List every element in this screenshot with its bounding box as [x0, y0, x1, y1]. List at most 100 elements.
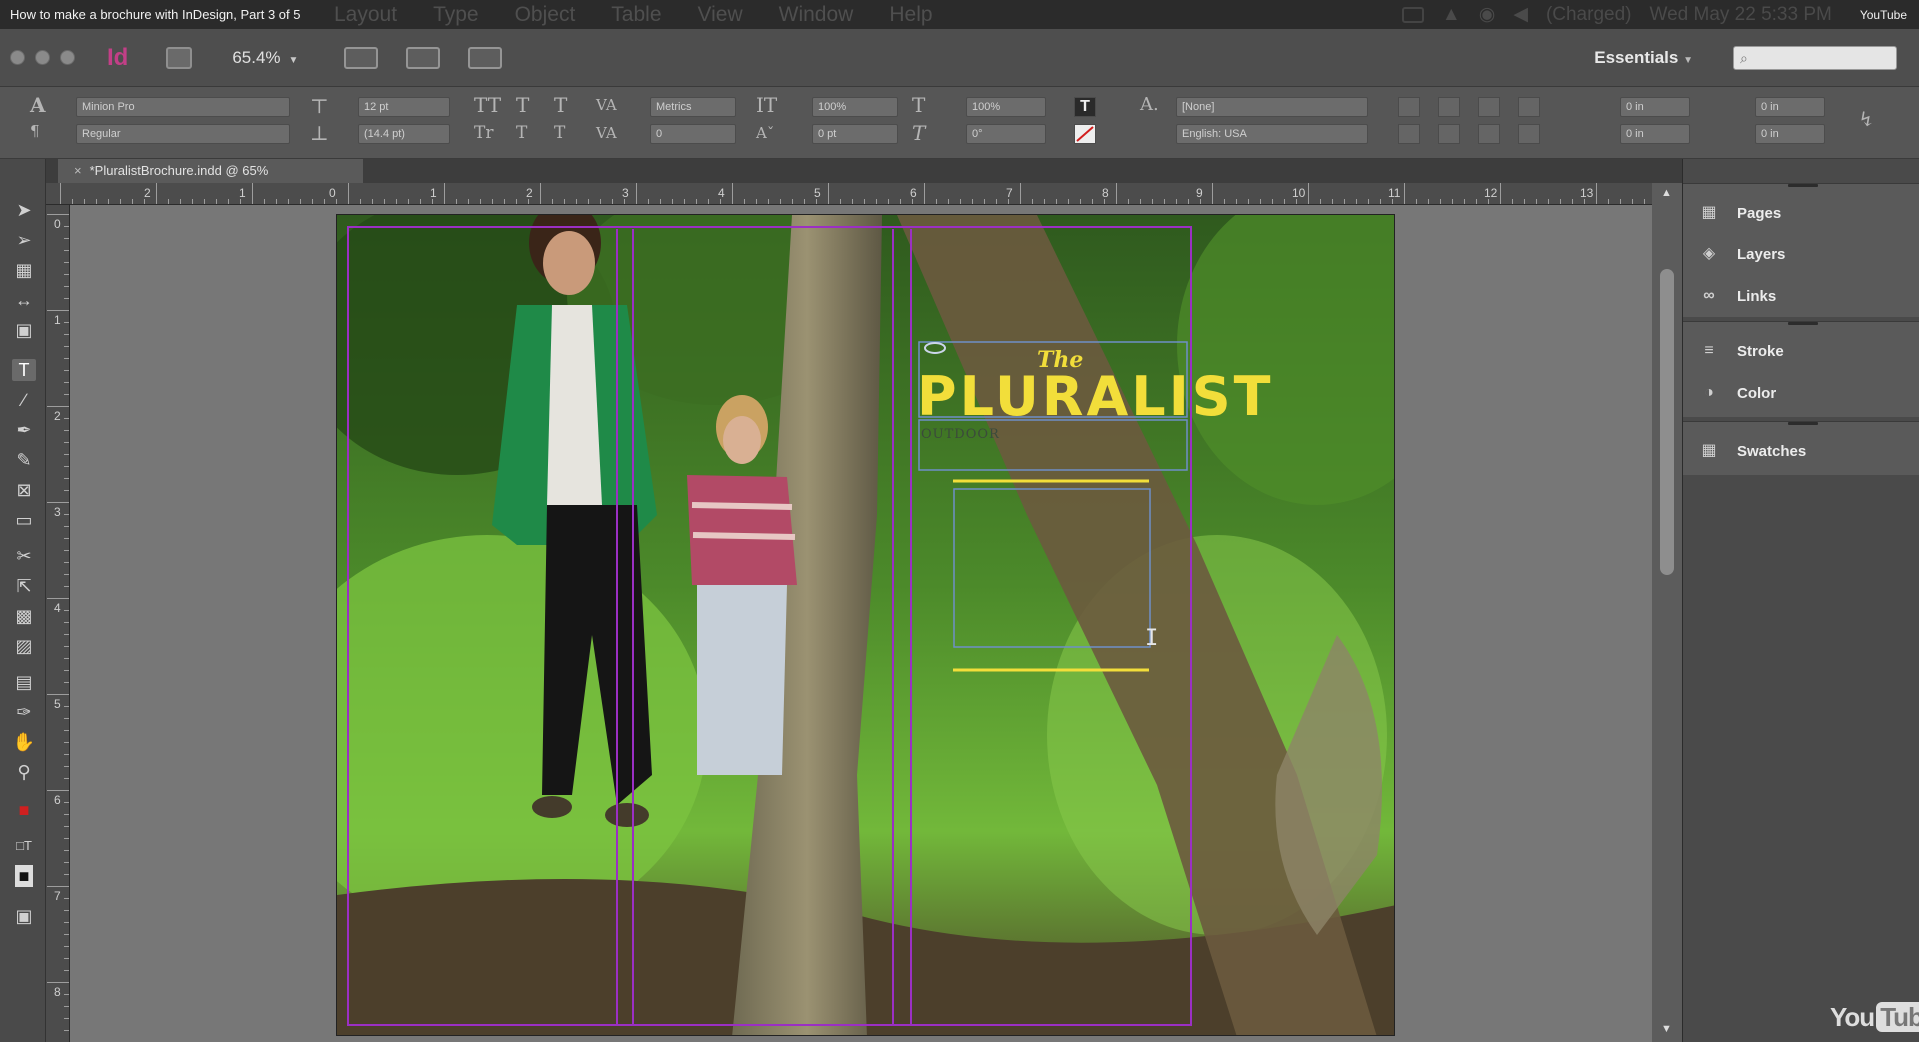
ruler-tick [1404, 183, 1405, 204]
vertical-scrollbar[interactable]: ▲ ▼ [1652, 183, 1682, 1042]
menu-object[interactable]: Object [515, 3, 576, 27]
menu-type[interactable]: Type [433, 3, 479, 27]
vertical-ruler[interactable]: 0 1 2 3 4 5 6 7 8 [46, 205, 70, 1042]
direct-selection-tool-icon[interactable]: ➢ [12, 229, 36, 251]
brochure-page[interactable]: I The PLURALIST OUTDOOR [336, 214, 1395, 1036]
horizontal-scale-field[interactable]: 100% [966, 97, 1046, 117]
ruler-tick [1128, 199, 1129, 204]
minimize-window-button[interactable] [35, 50, 50, 65]
justify-button[interactable] [1518, 97, 1540, 117]
paragraph-controls-icon[interactable]: ¶ [30, 121, 40, 141]
apply-color-icon[interactable]: ■ [15, 865, 33, 887]
search-input[interactable]: ⌕ [1733, 45, 1897, 70]
right-indent-field[interactable]: 0 in [1755, 97, 1825, 117]
view-options-button[interactable] [344, 46, 379, 69]
character-controls-icon[interactable]: A [30, 95, 46, 115]
panel-grip[interactable] [1788, 422, 1818, 425]
free-transform-tool-icon[interactable]: ⇱ [12, 575, 36, 597]
scroll-down-icon[interactable]: ▼ [1661, 1023, 1672, 1035]
pasteboard[interactable]: I The PLURALIST OUTDOOR [70, 205, 1652, 1042]
zoom-window-button[interactable] [60, 50, 75, 65]
panel-grip[interactable] [1788, 322, 1818, 325]
screen-mode-button[interactable] [406, 46, 441, 69]
left-indent-field[interactable]: 0 in [1620, 97, 1690, 117]
gradient-feather-tool-icon[interactable]: ▨ [12, 635, 36, 657]
note-tool-icon[interactable]: ▤ [12, 671, 36, 693]
menu-table[interactable]: Table [611, 3, 661, 27]
all-caps-button[interactable]: TT [474, 95, 501, 115]
hikers-photo[interactable]: I [337, 215, 1395, 1036]
font-size-field[interactable]: 12 pt [358, 97, 450, 117]
workspace-switcher[interactable]: Essentials ▼ [1594, 48, 1693, 68]
brochure-subtitle[interactable]: OUTDOOR [921, 427, 1000, 442]
rectangle-frame-tool-icon[interactable]: ⊠ [12, 479, 36, 501]
type-tool-icon[interactable]: T [12, 359, 36, 381]
menu-window[interactable]: Window [779, 3, 854, 27]
subscript-button[interactable]: T [516, 123, 527, 143]
selection-tool-icon[interactable]: ➤ [12, 199, 36, 221]
panel-links[interactable]: ∞ Links [1697, 283, 1776, 309]
zoom-tool-icon[interactable]: ⚲ [12, 761, 36, 783]
ruler-tick [1008, 199, 1009, 204]
rectangle-tool-icon[interactable]: ▭ [12, 509, 36, 531]
tab-pluralist-brochure[interactable]: × *PluralistBrochure.indd @ 65% [58, 159, 363, 183]
panel-color[interactable]: ◑ Color [1697, 380, 1776, 406]
tracking-field[interactable]: 0 [650, 124, 736, 144]
baseline-shift-field[interactable]: 0 pt [812, 124, 898, 144]
vertical-scale-field[interactable]: 100% [812, 97, 898, 117]
pen-tool-icon[interactable]: ✒ [12, 419, 36, 441]
brochure-title-big[interactable]: PLURALIST [917, 365, 1274, 428]
line-tool-icon[interactable]: ∕ [12, 389, 36, 411]
panel-pages[interactable]: ▦ Pages [1697, 200, 1781, 226]
gradient-swatch-tool-icon[interactable]: ▩ [12, 605, 36, 627]
close-icon[interactable]: × [74, 163, 82, 178]
panel-stroke[interactable]: ≡ Stroke [1697, 338, 1783, 364]
menu-view[interactable]: View [698, 3, 743, 27]
eyedropper-tool-icon[interactable]: ✑ [12, 701, 36, 723]
close-window-button[interactable] [10, 50, 25, 65]
underline-button[interactable]: T [554, 95, 567, 115]
arrange-documents-button[interactable] [468, 46, 503, 69]
scroll-up-icon[interactable]: ▲ [1661, 187, 1672, 199]
strikethrough-button[interactable]: T [554, 123, 565, 143]
menu-help[interactable]: Help [889, 3, 932, 27]
small-caps-button[interactable]: Tr [474, 123, 493, 143]
font-style-select[interactable]: Regular [76, 124, 290, 144]
align-left-button[interactable] [1398, 97, 1420, 117]
language-select[interactable]: English: USA [1176, 124, 1368, 144]
superscript-button[interactable]: T [516, 95, 529, 115]
pencil-tool-icon[interactable]: ✎ [12, 449, 36, 471]
panel-swatches[interactable]: ▦ Swatches [1697, 438, 1806, 464]
scissors-tool-icon[interactable]: ✂ [12, 545, 36, 567]
justify-right-button[interactable] [1478, 124, 1500, 144]
menu-layout[interactable]: Layout [334, 3, 397, 27]
kerning-field[interactable]: Metrics [650, 97, 736, 117]
stroke-text-button[interactable] [1074, 124, 1096, 144]
scroll-thumb[interactable] [1660, 269, 1674, 575]
character-style-select[interactable]: [None] [1176, 97, 1368, 117]
panel-layers[interactable]: ◈ Layers [1697, 241, 1786, 267]
font-family-select[interactable]: Minion Pro [76, 97, 290, 117]
screen-mode-icon[interactable]: ▣ [12, 905, 36, 927]
horizontal-ruler[interactable]: 2 1 0 1 2 3 4 5 6 7 8 9 10 11 12 13 [46, 183, 1657, 205]
bridge-icon[interactable] [166, 46, 193, 69]
quick-apply-icon[interactable]: ↯ [1858, 109, 1875, 129]
page-tool-icon[interactable]: ▦ [12, 259, 36, 281]
leading-field[interactable]: (14.4 pt) [358, 124, 450, 144]
content-collector-icon[interactable]: ▣ [12, 319, 36, 341]
fill-stroke-swap-icon[interactable]: ■ [12, 799, 36, 821]
align-center-button[interactable] [1438, 97, 1460, 117]
panel-grip[interactable] [1788, 184, 1818, 187]
skew-field[interactable]: 0° [966, 124, 1046, 144]
formatting-affects-text-icon[interactable]: □T [12, 835, 36, 857]
zoom-level-select[interactable]: 65.4% ▼ [232, 48, 298, 68]
last-line-indent-field[interactable]: 0 in [1755, 124, 1825, 144]
justify-all-button[interactable] [1518, 124, 1540, 144]
align-right-button[interactable] [1478, 97, 1500, 117]
fill-text-button[interactable]: T [1074, 97, 1096, 117]
justify-left-button[interactable] [1398, 124, 1420, 144]
first-line-indent-field[interactable]: 0 in [1620, 124, 1690, 144]
hand-tool-icon[interactable]: ✋ [12, 731, 36, 753]
gap-tool-icon[interactable]: ↔ [12, 289, 36, 311]
justify-center-button[interactable] [1438, 124, 1460, 144]
